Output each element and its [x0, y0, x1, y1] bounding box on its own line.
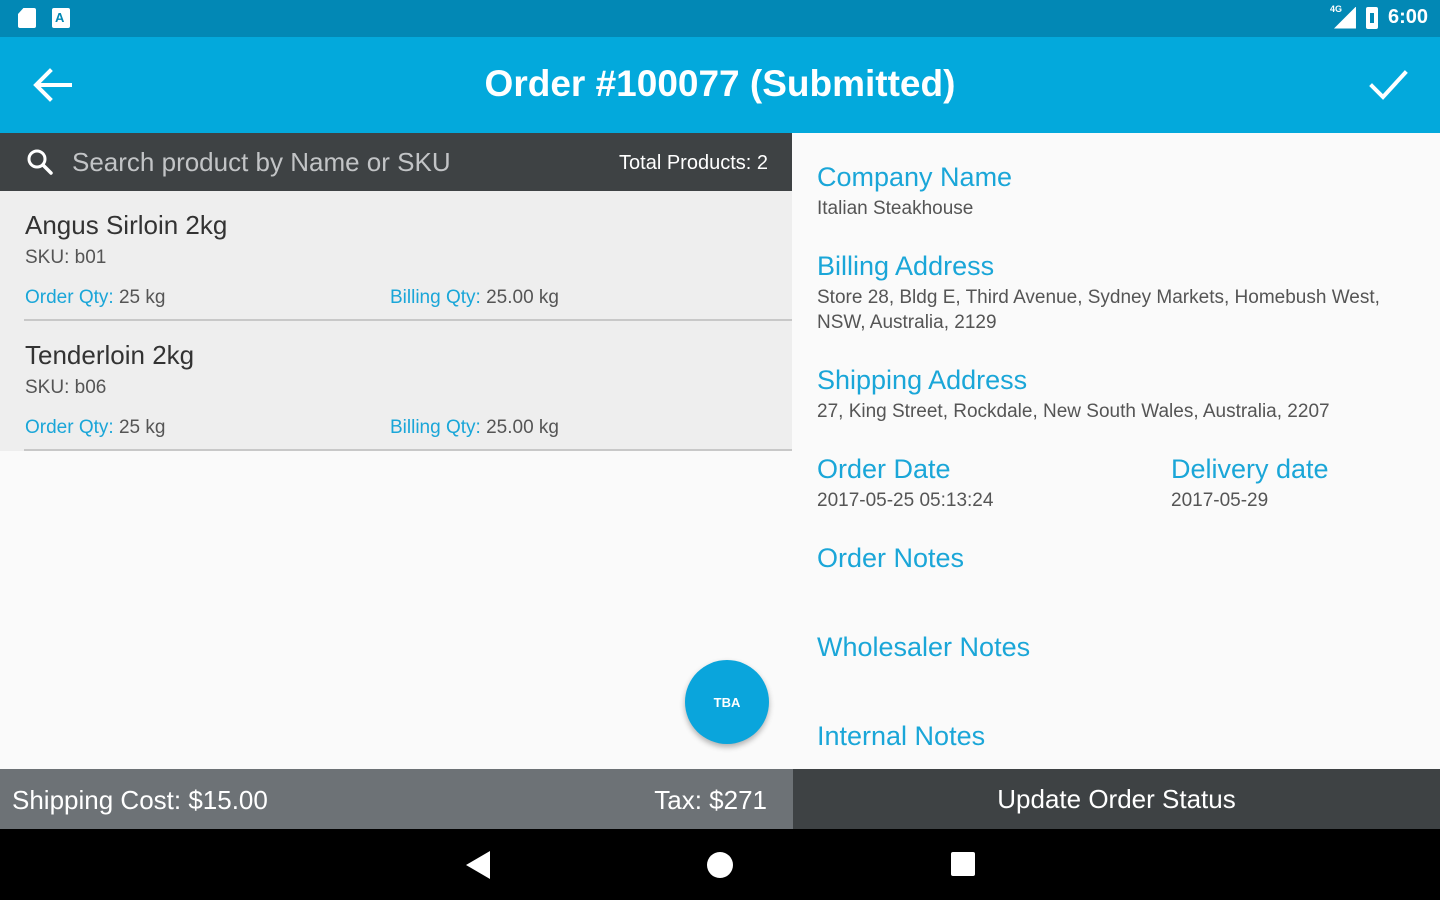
shipping-address-value: 27, King Street, Rockdale, New South Wal…: [817, 401, 1330, 422]
delivery-date-value: 2017-05-29: [1171, 490, 1269, 511]
product-item[interactable]: Angus Sirloin 2kg SKU: b01 Order Qty: 25…: [0, 191, 792, 321]
company-name-label: Company Name: [817, 162, 1013, 192]
order-qty-value: 25 kg: [113, 417, 166, 438]
billing-qty-value: 25.00 kg: [480, 287, 559, 308]
order-qty-label: Order Qty:: [25, 417, 114, 438]
order-qty: Order Qty: 25 kg: [25, 417, 165, 439]
system-indicators: 4G 6:00: [1329, 3, 1428, 29]
search-bar: Total Products: 2: [0, 133, 792, 191]
tba-fab-button[interactable]: TBA: [685, 660, 769, 744]
billing-qty-label: Billing Qty:: [390, 417, 481, 438]
product-sku: SKU: b01: [25, 247, 107, 268]
order-totals-bar: Shipping Cost: $15.00 Tax: $271: [0, 769, 793, 829]
battery-icon: [1365, 6, 1378, 29]
check-icon: [1369, 70, 1408, 100]
page-title: Order #100077 (Submitted): [484, 63, 956, 104]
system-nav-bar: [0, 829, 1440, 900]
billing-qty-value: 25.00 kg: [480, 417, 559, 438]
order-notes-label: Order Notes: [817, 543, 965, 573]
total-products-count: Total Products: 2: [619, 152, 768, 174]
internal-notes-label: Internal Notes: [817, 721, 986, 751]
network-type-label: 4G: [1329, 3, 1342, 14]
confirm-button[interactable]: [1366, 65, 1410, 105]
update-order-status-button[interactable]: Update Order Status: [793, 769, 1440, 829]
order-date-value: 2017-05-25 05:13:24: [817, 490, 994, 511]
shipping-cost: Shipping Cost: $15.00: [12, 785, 268, 815]
billing-qty: Billing Qty: 25.00 kg: [390, 417, 559, 439]
nav-back-icon[interactable]: [466, 851, 490, 879]
clock: 6:00: [1387, 6, 1428, 28]
delivery-date-label: Delivery date: [1171, 454, 1329, 484]
billing-address-label: Billing Address: [817, 251, 995, 281]
tax-amount: Tax: $271: [654, 785, 767, 815]
app-bar: Order #100077 (Submitted): [0, 37, 1440, 133]
order-date-label: Order Date: [817, 454, 951, 484]
sd-card-icon: [18, 8, 36, 28]
product-list: Angus Sirloin 2kg SKU: b01 Order Qty: 25…: [0, 191, 792, 451]
signal-icon: 4G: [1329, 3, 1356, 29]
order-qty: Order Qty: 25 kg: [25, 287, 165, 309]
billing-address-value: Store 28, Bldg E, Third Avenue, Sydney M…: [817, 287, 1380, 333]
product-name: Tenderloin 2kg: [25, 340, 195, 370]
order-qty-label: Order Qty:: [25, 287, 114, 308]
product-sku: SKU: b06: [25, 377, 107, 398]
wholesaler-notes-label: Wholesaler Notes: [817, 632, 1031, 662]
order-qty-value: 25 kg: [113, 287, 166, 308]
nav-recents-icon[interactable]: [951, 852, 975, 876]
billing-qty-label: Billing Qty:: [390, 287, 481, 308]
status-bar: 4G 6:00: [0, 0, 1440, 37]
app-notification-icon: [52, 8, 70, 28]
company-name-value: Italian Steakhouse: [817, 198, 974, 219]
shipping-address-label: Shipping Address: [817, 365, 1028, 395]
product-name: Angus Sirloin 2kg: [25, 210, 228, 240]
search-input[interactable]: [72, 144, 552, 180]
nav-home-icon[interactable]: [707, 852, 733, 878]
search-icon: [27, 149, 53, 175]
order-details-pane: Company Name Italian Steakhouse Billing …: [792, 133, 1440, 769]
billing-qty: Billing Qty: 25.00 kg: [390, 287, 559, 309]
product-item[interactable]: Tenderloin 2kg SKU: b06 Order Qty: 25 kg…: [0, 321, 792, 451]
product-pane: Total Products: 2 Angus Sirloin 2kg SKU:…: [0, 133, 792, 769]
notification-icons: [18, 8, 70, 28]
